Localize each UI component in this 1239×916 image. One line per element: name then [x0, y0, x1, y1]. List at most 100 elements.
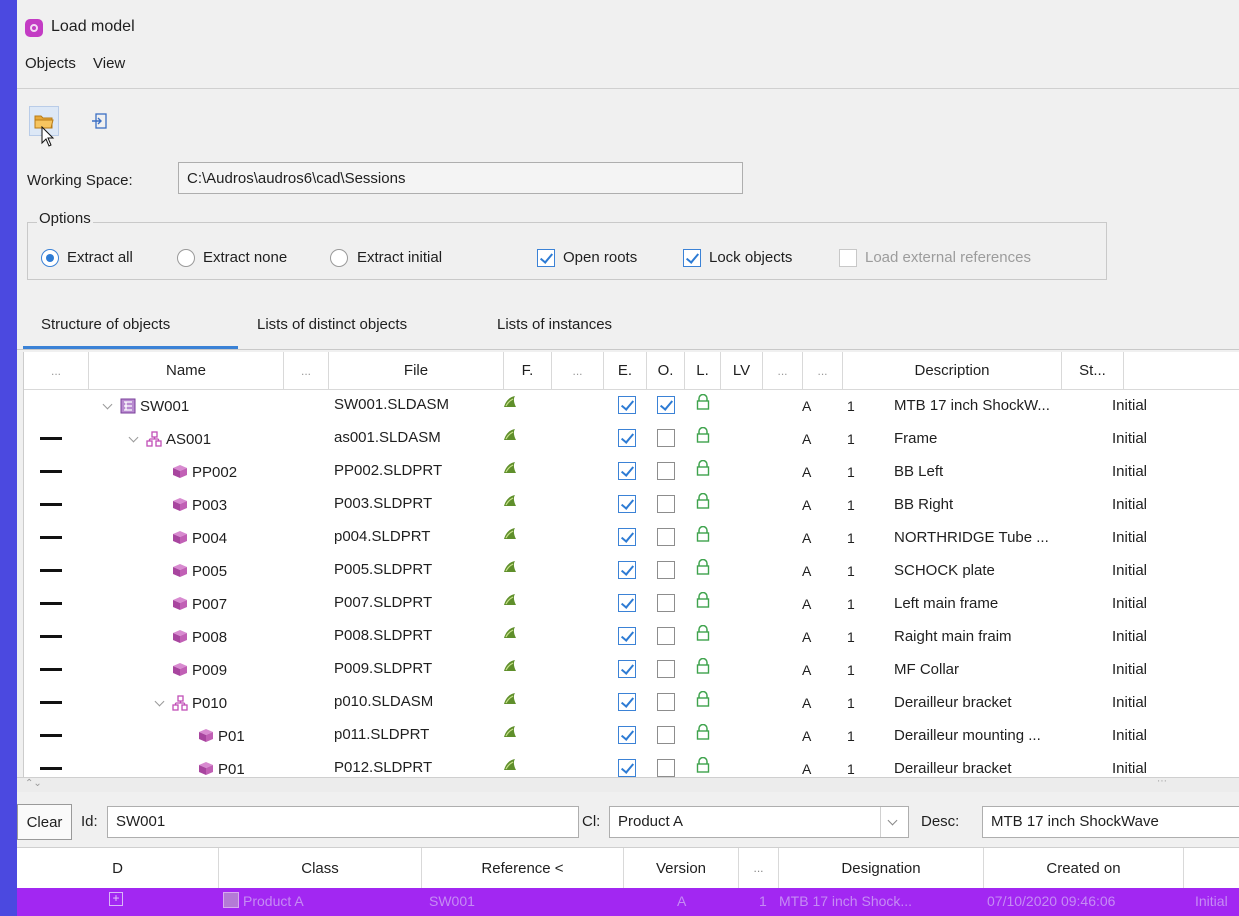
lock-icon[interactable]: [696, 525, 710, 542]
chevron-down-icon[interactable]: [880, 807, 905, 837]
open-checkbox[interactable]: [657, 462, 675, 480]
open-checkbox[interactable]: [657, 759, 675, 777]
row-handle-icon[interactable]: [40, 701, 62, 704]
row-name: P007: [192, 596, 228, 613]
open-checkbox[interactable]: [657, 528, 675, 546]
header-col-l[interactable]: L.: [685, 352, 721, 390]
row-handle-icon[interactable]: [40, 734, 62, 737]
extract-checkbox[interactable]: [618, 462, 636, 480]
tab-structure-of-objects[interactable]: Structure of objects: [41, 316, 170, 333]
row-name: P009: [192, 662, 228, 679]
clear-button[interactable]: Clear: [17, 804, 72, 840]
extract-initial-radio[interactable]: [330, 249, 348, 267]
extract-checkbox[interactable]: [618, 429, 636, 447]
description-field[interactable]: MTB 17 inch ShockWave: [982, 806, 1239, 838]
row-quantity: 1: [847, 431, 855, 447]
header-col-more-5[interactable]: ...: [803, 352, 843, 390]
lock-objects-checkbox[interactable]: [683, 249, 701, 267]
header-col-e[interactable]: E.: [604, 352, 647, 390]
lock-icon[interactable]: [696, 558, 710, 575]
splitter-grip-icon[interactable]: ⋯: [1157, 776, 1167, 787]
header-col-o[interactable]: O.: [647, 352, 685, 390]
row-handle-icon[interactable]: [40, 437, 62, 440]
class-label: Cl:: [582, 813, 601, 830]
header-col-more-2[interactable]: ...: [284, 352, 329, 390]
collapse-arrows-icon[interactable]: ⌃⌄: [25, 778, 42, 789]
import-button[interactable]: [85, 106, 115, 136]
extract-checkbox[interactable]: [618, 594, 636, 612]
open-roots-checkbox[interactable]: [537, 249, 555, 267]
extract-checkbox[interactable]: [618, 759, 636, 777]
header-col-more-1[interactable]: ...: [24, 352, 89, 390]
results-col-version[interactable]: Version: [624, 848, 739, 888]
open-checkbox[interactable]: [657, 429, 675, 447]
results-col-d[interactable]: D: [17, 848, 219, 888]
extract-checkbox[interactable]: [618, 693, 636, 711]
open-checkbox[interactable]: [657, 627, 675, 645]
open-checkbox[interactable]: [657, 495, 675, 513]
header-col-more-4[interactable]: ...: [763, 352, 803, 390]
tab-instances[interactable]: Lists of instances: [497, 316, 612, 333]
menu-objects[interactable]: Objects: [25, 55, 76, 72]
row-name: SW001: [140, 398, 190, 415]
extract-none-radio[interactable]: [177, 249, 195, 267]
row-handle-icon[interactable]: [40, 767, 62, 770]
row-handle-icon[interactable]: [40, 470, 62, 473]
header-col-lv[interactable]: LV: [721, 352, 763, 390]
results-col-class[interactable]: Class: [219, 848, 422, 888]
row-handle-icon[interactable]: [40, 569, 62, 572]
row-status: Initial: [1112, 463, 1148, 480]
row-handle-icon[interactable]: [40, 602, 62, 605]
extract-checkbox[interactable]: [618, 495, 636, 513]
window-title: Load model: [51, 18, 135, 35]
lock-icon[interactable]: [696, 723, 710, 740]
results-col-more[interactable]: ...: [739, 848, 779, 888]
class-select[interactable]: Product A: [609, 806, 909, 838]
open-checkbox[interactable]: [657, 396, 675, 414]
header-col-status[interactable]: St...: [1062, 352, 1124, 390]
header-col-more-3[interactable]: ...: [552, 352, 604, 390]
extract-checkbox[interactable]: [618, 660, 636, 678]
open-checkbox[interactable]: [657, 660, 675, 678]
tab-distinct-objects[interactable]: Lists of distinct objects: [257, 316, 407, 333]
extract-all-radio[interactable]: [41, 249, 59, 267]
working-space-field[interactable]: C:\Audros\audros6\cad\Sessions: [178, 162, 743, 194]
results-selected-row[interactable]: + Product A SW001 A 1 MTB 17 inch Shock.…: [17, 888, 1239, 916]
lock-icon[interactable]: [696, 426, 710, 443]
extract-checkbox[interactable]: [618, 528, 636, 546]
lock-icon[interactable]: [696, 756, 710, 773]
open-checkbox[interactable]: [657, 693, 675, 711]
panel-splitter[interactable]: ⌃⌄ ⋯: [17, 776, 1239, 792]
open-checkbox[interactable]: [657, 594, 675, 612]
lock-icon[interactable]: [696, 591, 710, 608]
header-col-description[interactable]: Description: [843, 352, 1062, 390]
results-col-created-on[interactable]: Created on: [984, 848, 1184, 888]
row-handle-icon[interactable]: [40, 536, 62, 539]
row-handle-icon[interactable]: [40, 503, 62, 506]
open-checkbox[interactable]: [657, 561, 675, 579]
lock-icon[interactable]: [696, 492, 710, 509]
id-field[interactable]: SW001: [107, 806, 579, 838]
extract-checkbox[interactable]: [618, 561, 636, 579]
solidworks-file-icon: [502, 592, 518, 608]
header-col-name[interactable]: Name: [89, 352, 284, 390]
results-col-reference[interactable]: Reference <: [422, 848, 624, 888]
lock-icon[interactable]: [696, 624, 710, 641]
row-quantity: 1: [847, 761, 855, 777]
extract-checkbox[interactable]: [618, 396, 636, 414]
extract-checkbox[interactable]: [618, 726, 636, 744]
row-handle-icon[interactable]: [40, 635, 62, 638]
row-handle-icon[interactable]: [40, 668, 62, 671]
header-col-file[interactable]: File: [329, 352, 504, 390]
lock-icon[interactable]: [696, 657, 710, 674]
load-external-checkbox[interactable]: [839, 249, 857, 267]
extract-checkbox[interactable]: [618, 627, 636, 645]
lock-icon[interactable]: [696, 393, 710, 410]
open-checkbox[interactable]: [657, 726, 675, 744]
expand-plus-icon[interactable]: +: [109, 892, 123, 906]
menu-view[interactable]: View: [93, 55, 125, 72]
header-col-f[interactable]: F.: [504, 352, 552, 390]
lock-icon[interactable]: [696, 459, 710, 476]
results-col-designation[interactable]: Designation: [779, 848, 984, 888]
lock-icon[interactable]: [696, 690, 710, 707]
